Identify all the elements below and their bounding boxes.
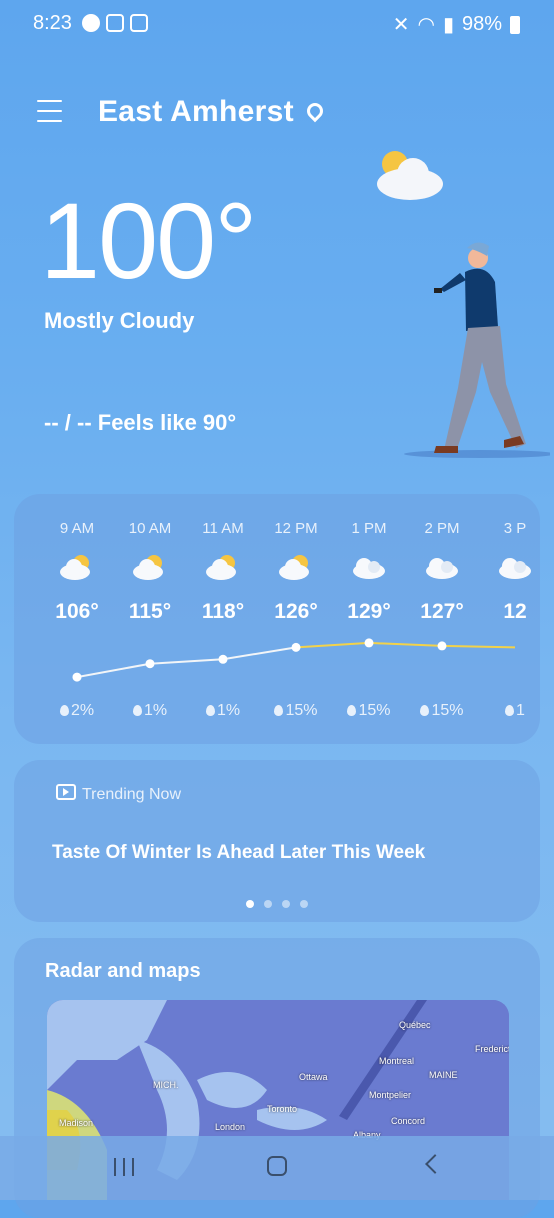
wifi-icon: ◠ [417,14,435,36]
cloudy-icon [353,558,385,579]
map-place-label: London [215,1122,246,1132]
hour-temperature: 115° [128,600,172,623]
carousel-dot[interactable] [246,900,254,908]
hour-time: 2 PM [424,520,460,537]
raindrop-icon [505,705,515,716]
raindrop-icon [347,705,357,716]
hour-temperature: 106° [55,600,99,623]
hour-temperature: 12 [503,600,527,623]
hour-precipitation: 1% [114,702,186,720]
radar-title: Radar and maps [45,960,201,982]
hour-time: 9 AM [59,520,95,537]
hour-time: 12 PM [274,520,318,537]
hour-column: 1 PM 129° 15% [333,494,405,744]
carousel-dot[interactable] [264,900,272,908]
location-name[interactable]: East Amherst [98,95,294,129]
hour-temperature: 118° [201,600,245,623]
trending-card[interactable]: Trending Now Taste Of Winter Is Ahead La… [14,760,540,922]
precip-value: 2% [70,702,95,719]
hour-precipitation: 15% [260,702,332,720]
hour-precipitation: 15% [333,702,405,720]
hour-column: 12 PM 126° 15% [260,494,332,744]
signal-icon: ▮ [442,14,454,36]
battery-icon [510,15,520,34]
carousel-indicator [246,900,308,908]
hour-column: 3 P 12 1 [479,494,540,744]
carousel-dot[interactable] [300,900,308,908]
map-place-label: MAINE [429,1070,458,1080]
precip-value: 1 [516,702,525,719]
map-place-label: Montpelier [369,1090,412,1100]
hour-temperature: 126° [274,600,318,623]
walking-person-icon [404,242,550,458]
hour-time: 1 PM [351,520,387,537]
hour-time: 11 AM [202,520,244,537]
raindrop-icon [274,705,284,716]
trending-label: Trending Now [82,786,182,803]
status-time: 8:23 [33,12,72,34]
precip-value: 1% [143,702,168,719]
hour-precipitation: 2% [41,702,113,720]
partly-cloudy-icon [133,555,163,580]
hour-column: 9 AM 106° 2% [41,494,113,744]
message-icon [82,14,100,32]
hour-precipitation: 1% [187,702,259,720]
menu-button[interactable] [37,100,62,122]
precip-value: 1% [216,702,241,719]
hour-time: 10 AM [128,520,172,537]
map-place-label: Toronto [267,1104,298,1114]
map-place-label: Québec [399,1020,431,1030]
cloud-sun-icon [377,151,443,200]
carousel-dot[interactable] [282,900,290,908]
raindrop-icon [420,705,430,716]
gallery-icon [130,14,148,32]
cloudy-icon [426,558,458,579]
hourly-forecast-card[interactable]: 9 AM 106° 2% 10 AM 115° 1% 11 AM 118° 1% 12 PM 126… [14,494,540,744]
hour-temperature: 129° [347,600,391,623]
precip-value: 15% [431,702,464,719]
hour-precipitation: 15% [406,702,478,720]
hour-temperature: 127° [420,600,464,623]
map-place-label: Madison [59,1118,94,1128]
system-nav-bar [0,1136,554,1200]
raindrop-icon [59,705,69,716]
map-place-label: Concord [391,1116,426,1126]
recent-apps-button[interactable] [114,1158,134,1176]
system-status: ✕ ◠ ▮ 98% [393,12,520,37]
back-button[interactable] [425,1154,445,1174]
partly-cloudy-icon [60,555,90,580]
raindrop-icon [132,705,142,716]
raindrop-icon [205,705,215,716]
map-place-label: Montreal [379,1056,415,1066]
status-bar: 8:23 ✕ ◠ ▮ 98% [0,0,554,48]
location-pin-icon[interactable] [303,99,327,123]
battery-percent: 98% [461,13,502,35]
map-place-label: MICH. [153,1080,179,1090]
cloudy-icon [499,558,531,579]
current-condition: Mostly Cloudy [44,308,195,333]
map-place-label: Fredericton [475,1044,509,1054]
trending-headline[interactable]: Taste Of Winter Is Ahead Later This Week [52,842,425,864]
home-button[interactable] [267,1156,287,1176]
current-temperature: 100° [40,180,257,301]
hour-column: 2 PM 127° 15% [406,494,478,744]
hour-time: 3 P [503,520,527,537]
precip-value: 15% [285,702,318,719]
hour-column: 10 AM 115° 1% [114,494,186,744]
mute-icon: ✕ [392,14,410,36]
notification-icons [82,14,148,32]
video-play-icon [56,784,76,800]
instagram-icon [106,14,124,32]
feels-like: -- / -- Feels like 90° [44,410,237,435]
weather-illustration [377,151,550,458]
partly-cloudy-icon [279,555,309,580]
hour-precipitation: 1 [479,702,540,720]
hour-column: 11 AM 118° 1% [187,494,259,744]
precip-value: 15% [358,702,391,719]
map-place-label: Ottawa [299,1072,328,1082]
partly-cloudy-icon [206,555,236,580]
